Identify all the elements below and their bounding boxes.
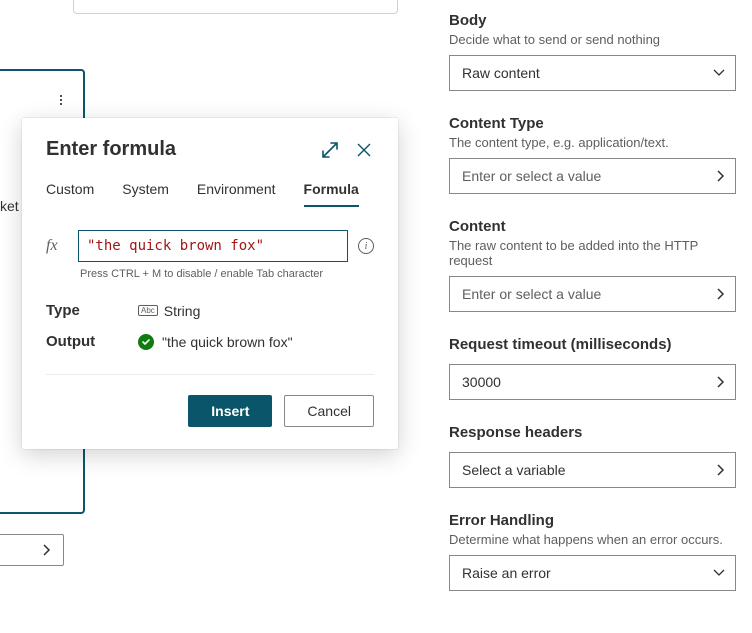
output-value: "the quick brown fox" [162,334,293,350]
field-body: Body Decide what to send or send nothing… [449,12,736,91]
field-error-handling: Error Handling Determine what happens wh… [449,512,736,591]
more-icon[interactable]: ··· [58,93,63,105]
close-icon[interactable] [354,140,374,160]
content-type-placeholder: Enter or select a value [462,168,601,184]
formula-modal: Enter formula Custom System Environment … [22,118,398,449]
modal-header: Enter formula [46,138,374,161]
field-content-type: Content Type The content type, e.g. appl… [449,115,736,194]
body-label: Body [449,12,736,29]
body-select[interactable]: Raw content [449,55,736,91]
cancel-button[interactable]: Cancel [284,395,374,427]
modal-title: Enter formula [46,138,176,161]
error-handling-select[interactable]: Raise an error [449,555,736,591]
response-headers-select[interactable]: Select a variable [449,452,736,488]
response-headers-placeholder: Select a variable [462,462,566,478]
tab-environment[interactable]: Environment [197,181,276,207]
info-icon[interactable]: i [358,238,374,254]
tab-custom[interactable]: Custom [46,181,94,207]
modal-footer: Insert Cancel [46,374,374,427]
content-desc: The raw content to be added into the HTT… [449,238,736,268]
body-value: Raw content [462,65,540,81]
error-handling-desc: Determine what happens when an error occ… [449,532,736,547]
modal-actions [320,140,374,160]
content-type-select[interactable]: Enter or select a value [449,158,736,194]
content-type-label: Content Type [449,115,736,132]
body-desc: Decide what to send or send nothing [449,32,736,47]
chevron-down-icon [713,569,725,577]
chevron-right-icon [717,464,725,476]
string-type-icon: Abc [138,305,158,316]
output-row: Output "the quick brown fox" [46,333,374,350]
content-type-desc: The content type, e.g. application/text. [449,135,736,150]
tab-system[interactable]: System [122,181,169,207]
chevron-right-icon [717,376,725,388]
content-placeholder: Enter or select a value [462,286,601,302]
field-response-headers: Response headers Select a variable [449,424,736,488]
modal-tabs: Custom System Environment Formula [46,181,374,208]
timeout-input[interactable]: 30000 [449,364,736,400]
background-next-button[interactable] [0,534,64,566]
background-text-fragment: ket [0,198,19,214]
expand-icon[interactable] [320,140,340,160]
type-row: Type Abc String [46,302,374,319]
type-label: Type [46,302,138,319]
timeout-label: Request timeout (milliseconds) [449,336,736,353]
insert-button[interactable]: Insert [188,395,272,427]
formula-hint: Press CTRL + M to disable / enable Tab c… [80,268,374,280]
formula-row: fx i [46,230,374,262]
response-headers-label: Response headers [449,424,736,441]
chevron-right-icon [717,288,725,300]
chevron-down-icon [713,69,725,77]
tab-formula[interactable]: Formula [304,181,359,207]
content-select[interactable]: Enter or select a value [449,276,736,312]
error-handling-value: Raise an error [462,565,551,581]
type-value: Abc String [138,303,200,319]
field-timeout: Request timeout (milliseconds) 30000 [449,336,736,400]
content-label: Content [449,218,736,235]
error-handling-label: Error Handling [449,512,736,529]
type-text: String [164,303,201,319]
output-label: Output [46,333,138,350]
timeout-value: 30000 [462,374,501,390]
field-content: Content The raw content to be added into… [449,218,736,312]
success-icon [138,334,154,350]
chevron-right-icon [43,544,51,556]
background-card-fragment [73,0,398,14]
chevron-right-icon [717,170,725,182]
config-panel: Body Decide what to send or send nothing… [421,0,752,615]
formula-input[interactable] [78,230,348,262]
fx-label: fx [46,237,68,255]
